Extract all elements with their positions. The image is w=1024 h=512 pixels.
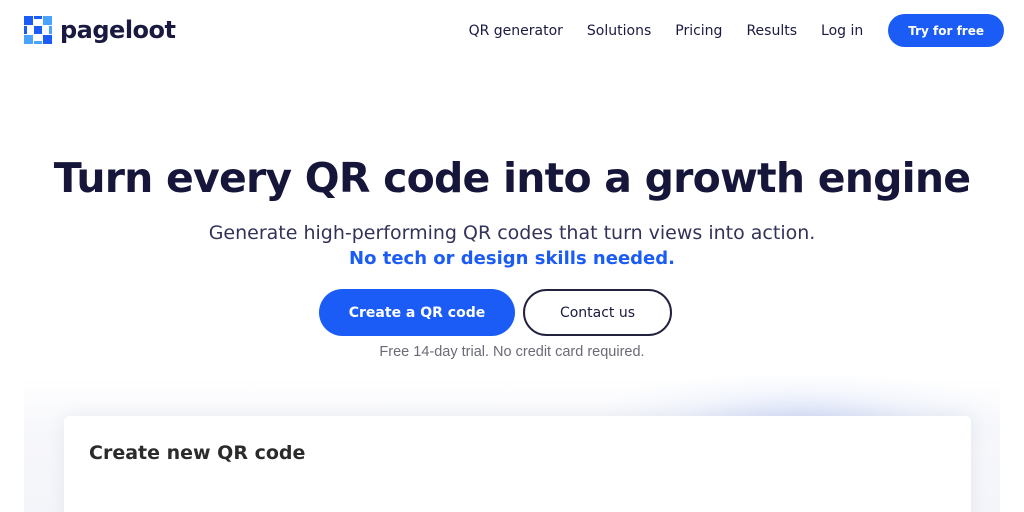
nav-item-results[interactable]: Results [746,23,797,39]
hero-accent-text: No tech or design skills needed. [349,248,675,269]
create-qr-code-button[interactable]: Create a QR code [319,289,515,336]
pageloot-logo-icon [24,16,52,44]
card-title: Create new QR code [89,442,306,464]
nav-item-solutions[interactable]: Solutions [587,23,651,39]
nav-item-log-in[interactable]: Log in [821,23,863,39]
logo-wordmark: pageloot [60,16,176,44]
trial-note: Free 14-day trial. No credit card requir… [379,344,645,360]
try-for-free-button[interactable]: Try for free [888,14,1004,47]
contact-us-button[interactable]: Contact us [523,289,672,336]
landing-page: pageloot QR generator Solutions Pricing … [0,0,1024,512]
logo[interactable]: pageloot [24,14,176,46]
create-qr-card: Create new QR code [64,416,971,512]
nav-item-pricing[interactable]: Pricing [675,23,722,39]
main-nav: QR generator Solutions Pricing Results L… [469,14,1004,47]
nav-item-qr-generator[interactable]: QR generator [469,23,563,39]
cta-row: Create a QR code Contact us [0,289,1024,337]
hero-subtitle: Generate high-performing QR codes that t… [208,222,816,244]
site-header: pageloot QR generator Solutions Pricing … [0,0,1024,62]
hero-title: Turn every QR code into a growth engine [53,154,971,202]
